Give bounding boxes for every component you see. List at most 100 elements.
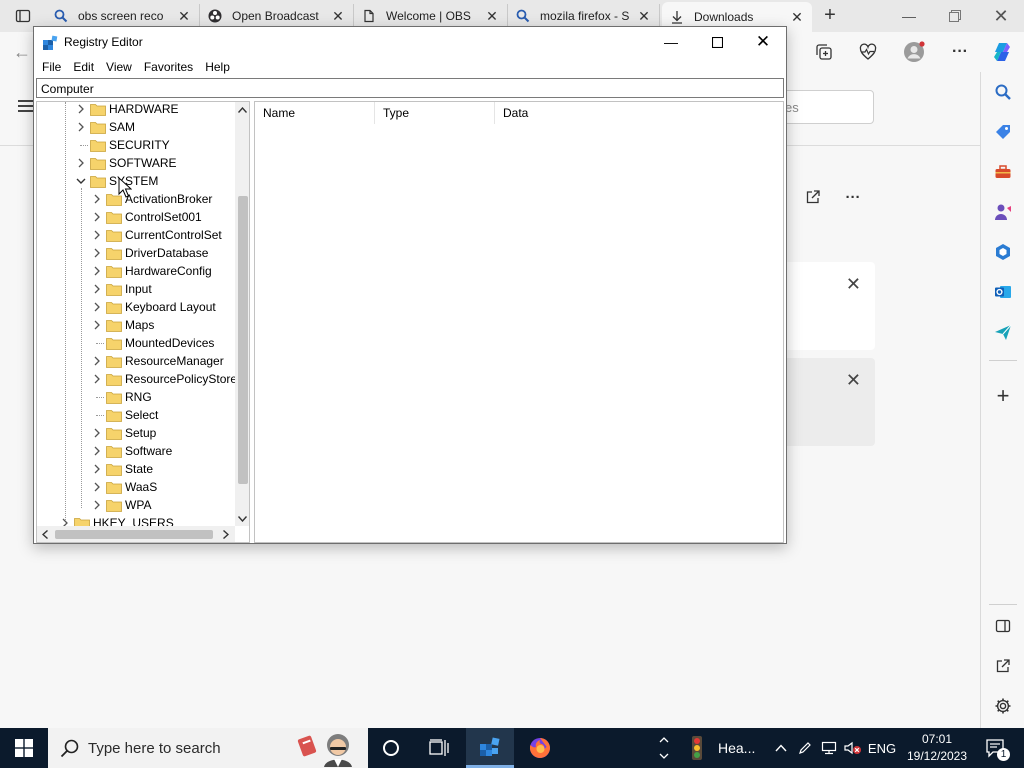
- browser-essentials-button[interactable]: [856, 40, 880, 64]
- key-tree-pane[interactable]: HARDWARE SAM SECURITY SOFTWARE SYSTEM Activat…: [36, 101, 250, 543]
- scroll-left-button[interactable]: [37, 526, 52, 542]
- expand-toggle[interactable]: [89, 496, 105, 514]
- volume-button[interactable]: [842, 728, 864, 768]
- sidebar-open-external-button[interactable]: [991, 654, 1015, 678]
- tree-node-controlset001[interactable]: ControlSet001: [89, 208, 202, 226]
- expand-toggle[interactable]: [89, 280, 105, 298]
- remove-download-button[interactable]: ✕: [846, 370, 861, 391]
- values-list-pane[interactable]: Name Type Data: [254, 101, 784, 543]
- tree-node-setup[interactable]: Setup: [89, 424, 156, 442]
- tree-node-keyboard-layout[interactable]: Keyboard Layout: [89, 298, 216, 316]
- sidebar-outlook-button[interactable]: [991, 280, 1015, 304]
- tree-vertical-scrollbar[interactable]: [235, 102, 249, 526]
- tree-node-mounteddevices[interactable]: MountedDevices: [89, 334, 214, 352]
- maximize-button[interactable]: [694, 27, 740, 57]
- sidebar-settings-button[interactable]: [991, 694, 1015, 718]
- browser-close-button[interactable]: ✕: [978, 2, 1024, 30]
- expand-toggle[interactable]: [89, 208, 105, 226]
- downloads-more-button[interactable]: ···: [842, 186, 864, 208]
- scroll-thumb[interactable]: [238, 196, 248, 484]
- sidebar-games-button[interactable]: [991, 200, 1015, 224]
- tree-node-select[interactable]: Select: [89, 406, 158, 424]
- expand-toggle[interactable]: [89, 316, 105, 334]
- registry-editor-titlebar[interactable]: Registry Editor — ✕: [34, 27, 786, 57]
- column-data[interactable]: Data: [495, 102, 781, 124]
- tree-horizontal-scrollbar[interactable]: [37, 526, 235, 542]
- tree-node-resourcemanager[interactable]: ResourceManager: [89, 352, 224, 370]
- tab-close-button[interactable]: ✕: [485, 8, 499, 25]
- expand-toggle[interactable]: [89, 262, 105, 280]
- tab-actions-button[interactable]: [6, 4, 40, 28]
- show-hidden-icons-button[interactable]: [770, 728, 792, 768]
- column-name[interactable]: Name: [255, 102, 375, 124]
- input-language-button[interactable]: ENG: [866, 728, 898, 768]
- tree-node-state[interactable]: State: [89, 460, 153, 478]
- tree-node-software[interactable]: SOFTWARE: [73, 154, 177, 172]
- scroll-down-button[interactable]: [235, 511, 249, 526]
- menu-file[interactable]: File: [36, 57, 67, 77]
- menu-edit[interactable]: Edit: [67, 57, 100, 77]
- browser-minimize-button[interactable]: —: [886, 2, 932, 30]
- tree-node-resourcepolicystore[interactable]: ResourcePolicyStore: [89, 370, 237, 388]
- tab-open-broadcaster[interactable]: Open Broadcast ✕: [200, 4, 354, 28]
- task-view-button[interactable]: [416, 728, 462, 768]
- download-item[interactable]: ✕: [780, 262, 875, 350]
- tab-close-button[interactable]: ✕: [177, 8, 191, 25]
- tree-node-wpa[interactable]: WPA: [89, 496, 151, 514]
- sidebar-search-button[interactable]: [991, 80, 1015, 104]
- expand-toggle[interactable]: [89, 352, 105, 370]
- expand-toggle[interactable]: [89, 442, 105, 460]
- expand-toggle[interactable]: [89, 298, 105, 316]
- scroll-thumb[interactable]: [55, 530, 213, 539]
- onedrive-button[interactable]: [794, 728, 816, 768]
- sidebar-drop-button[interactable]: [991, 320, 1015, 344]
- menu-help[interactable]: Help: [199, 57, 236, 77]
- expand-toggle[interactable]: [89, 244, 105, 262]
- tree-node-sam[interactable]: SAM: [73, 118, 135, 136]
- column-type[interactable]: Type: [375, 102, 495, 124]
- expand-toggle[interactable]: [73, 102, 89, 118]
- sidebar-microsoft365-button[interactable]: [991, 240, 1015, 264]
- copilot-button[interactable]: [990, 40, 1014, 64]
- expand-toggle[interactable]: [89, 424, 105, 442]
- scroll-up-button[interactable]: [235, 102, 249, 117]
- tab-obs-screen-recorder[interactable]: obs screen reco ✕: [46, 4, 200, 28]
- expand-toggle[interactable]: [73, 154, 89, 172]
- collections-button[interactable]: [812, 40, 836, 64]
- taskbar-search-box[interactable]: Type here to search: [48, 728, 368, 768]
- expand-toggle[interactable]: [89, 478, 105, 496]
- tree-node-waas[interactable]: WaaS: [89, 478, 157, 496]
- taskbar-overflow-button[interactable]: [652, 728, 676, 768]
- tree-node-hardware[interactable]: HARDWARE: [73, 102, 179, 118]
- tree-node-security[interactable]: SECURITY: [73, 136, 170, 154]
- tree-node-rng[interactable]: RNG: [89, 388, 152, 406]
- sidebar-hide-button[interactable]: [991, 614, 1015, 638]
- tab-close-button[interactable]: ✕: [790, 9, 804, 26]
- tab-close-button[interactable]: ✕: [331, 8, 345, 25]
- tree-node-hardwareconfig[interactable]: HardwareConfig: [89, 262, 212, 280]
- back-button[interactable]: ←: [10, 40, 34, 64]
- download-item[interactable]: ✕: [780, 358, 875, 446]
- notification-center-button[interactable]: 1: [980, 728, 1010, 768]
- sidebar-tools-button[interactable]: [991, 160, 1015, 184]
- taskbar-app-registry-editor[interactable]: [466, 728, 514, 768]
- address-bar[interactable]: Computer: [36, 78, 784, 98]
- menu-favorites[interactable]: Favorites: [138, 57, 199, 77]
- tab-mozila-firefox[interactable]: mozila firefox - S ✕: [508, 4, 660, 28]
- network-button[interactable]: [818, 728, 840, 768]
- tree-node-software[interactable]: Software: [89, 442, 172, 460]
- taskbar-app-firefox[interactable]: [516, 728, 564, 768]
- cortana-button[interactable]: [368, 728, 414, 768]
- new-tab-button[interactable]: +: [818, 4, 842, 28]
- scroll-right-button[interactable]: [218, 526, 233, 542]
- expand-toggle[interactable]: [89, 226, 105, 244]
- expand-toggle[interactable]: [73, 118, 89, 136]
- minimize-button[interactable]: —: [648, 27, 694, 57]
- tree-node-currentcontrolset[interactable]: CurrentControlSet: [89, 226, 222, 244]
- tab-welcome-obs[interactable]: Welcome | OBS ✕: [354, 4, 508, 28]
- sidebar-shopping-button[interactable]: [991, 120, 1015, 144]
- start-button[interactable]: [0, 728, 48, 768]
- taskbar-weather-widget[interactable]: Hea...: [684, 728, 770, 768]
- expand-toggle[interactable]: [73, 172, 89, 190]
- taskbar-clock[interactable]: 07:01 19/12/2023: [902, 731, 972, 765]
